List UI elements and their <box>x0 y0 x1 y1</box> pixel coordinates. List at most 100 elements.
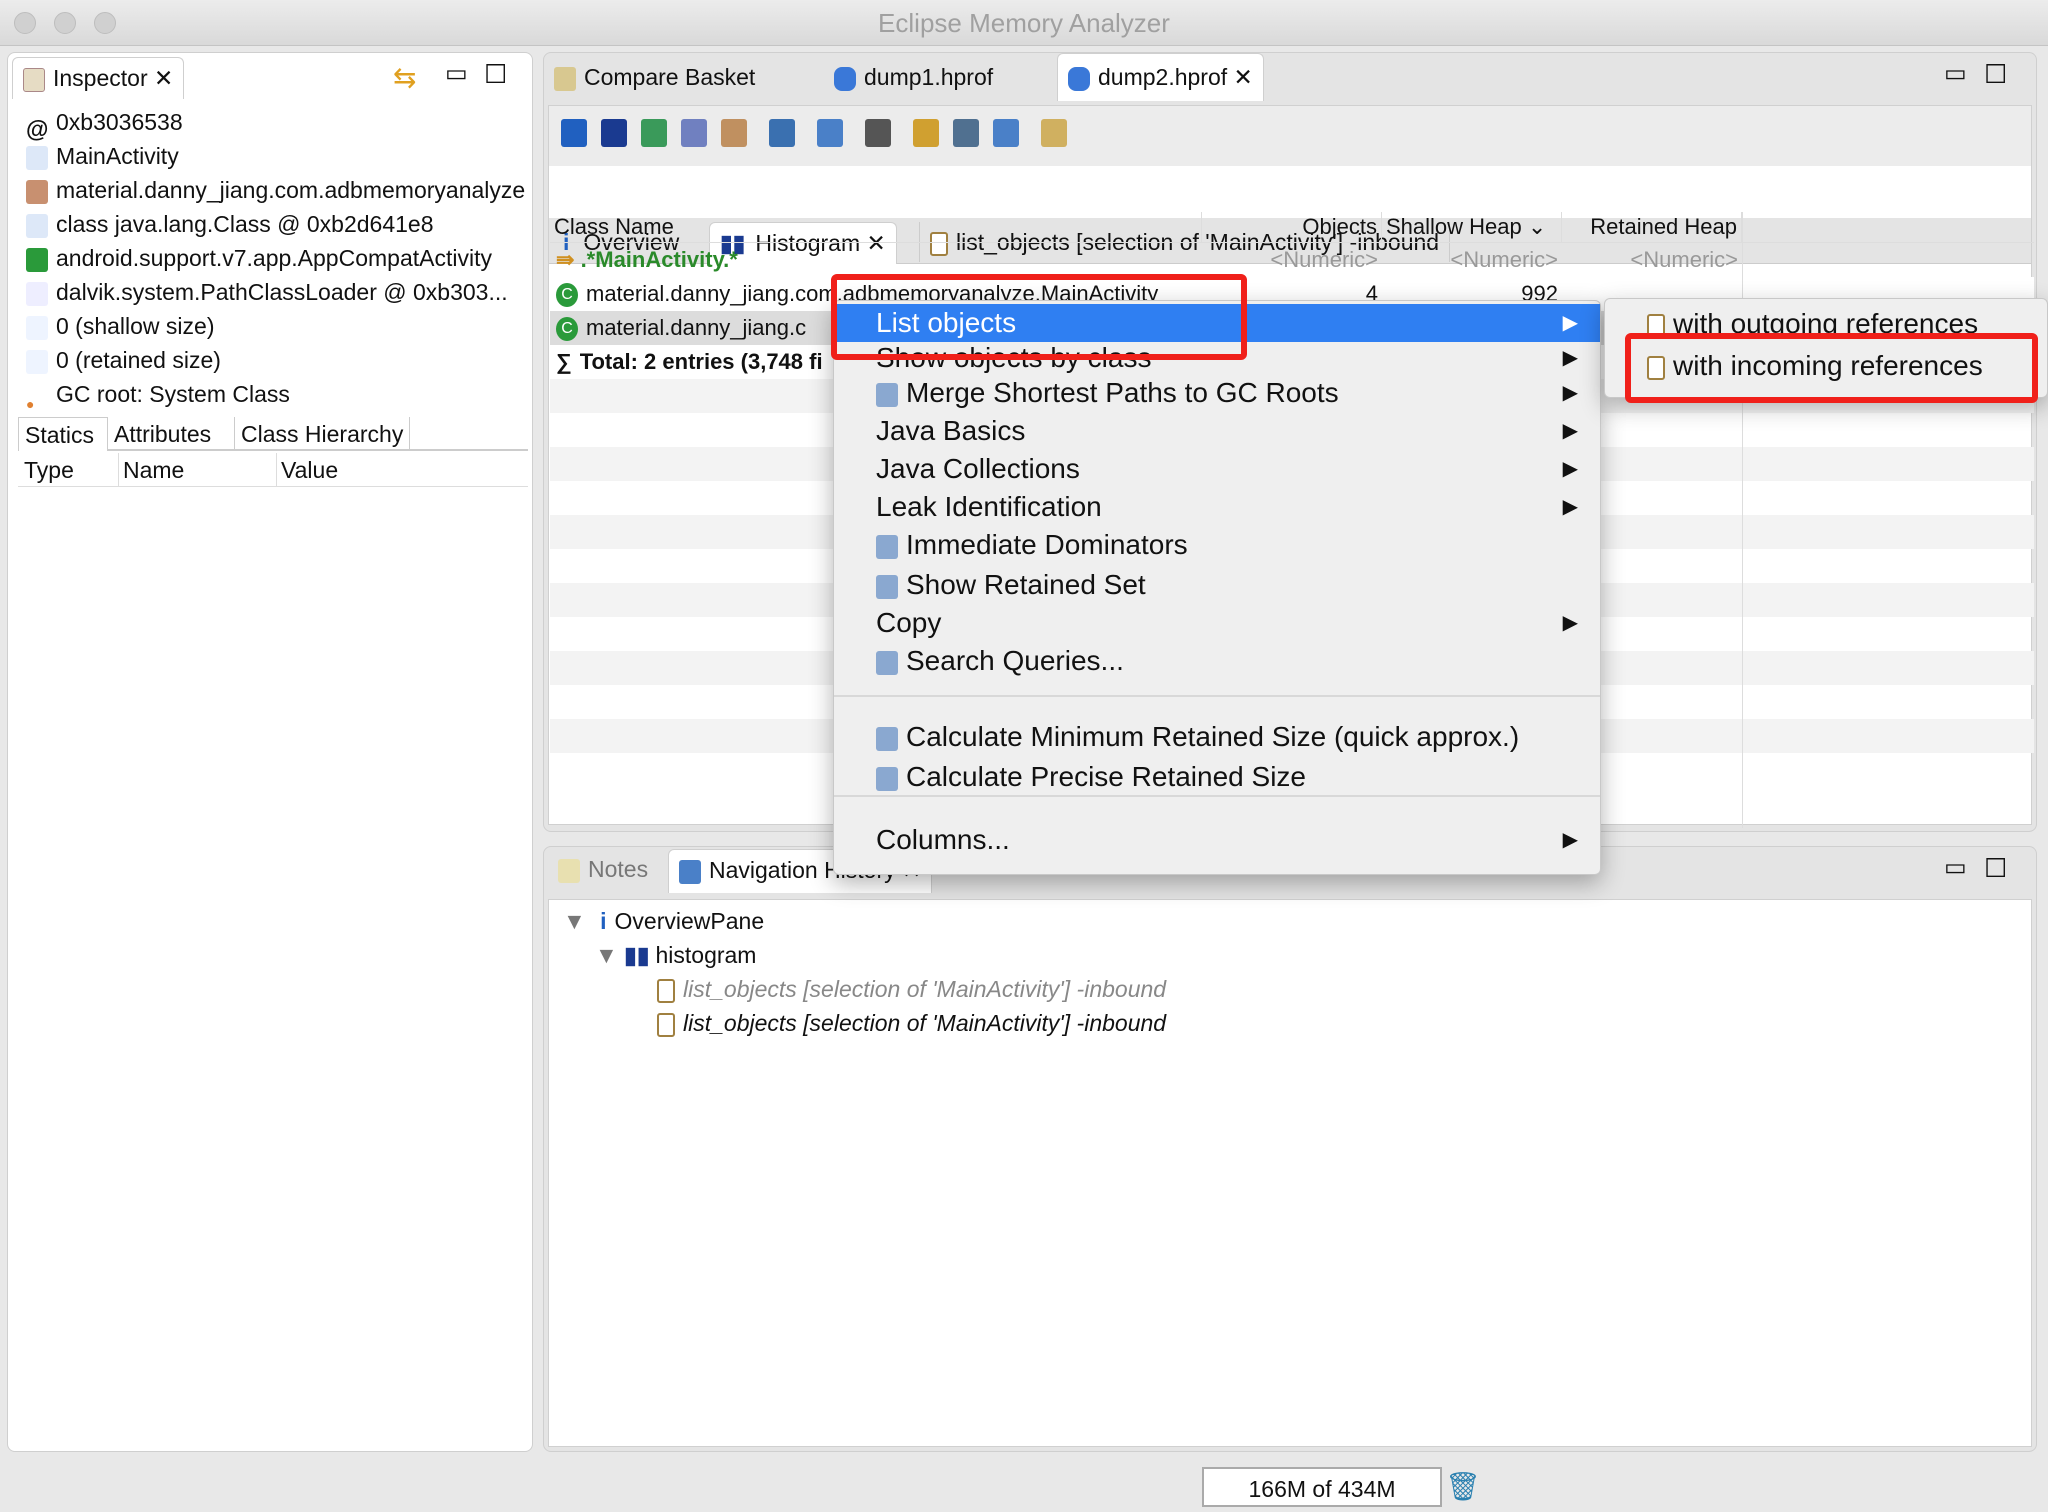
tree-item-histogram[interactable]: ▼ ▮▮ histogram <box>595 938 756 972</box>
column-retained-heap[interactable]: Retained Heap <box>1562 212 1742 242</box>
item-label: android.support.v7.app.AppCompatActivity <box>56 245 492 271</box>
history-tree: ▼ i OverviewPane ▼ ▮▮ histogram list_objec… <box>548 899 2032 1447</box>
menu-separator <box>834 695 1600 697</box>
tab-dump2[interactable]: dump2.hprof ✕ <box>1057 53 1264 101</box>
inspector-item[interactable]: @0xb3036538 <box>26 105 183 142</box>
close-icon[interactable]: ✕ <box>1234 64 1253 90</box>
link-icon[interactable]: ⇆ <box>393 61 416 94</box>
column-shallow-heap[interactable]: Shallow Heap ⌄ <box>1382 212 1562 242</box>
expand-icon[interactable]: ▼ <box>595 942 618 968</box>
filter-shallow[interactable]: <Numeric> <box>1382 243 1558 277</box>
tree-item-list-objects[interactable]: list_objects [selection of 'MainActivity… <box>657 972 1166 1006</box>
class-icon <box>26 213 48 238</box>
maximize-icon[interactable]: ☐ <box>1984 59 2007 90</box>
close-icon[interactable]: ✕ <box>154 65 173 91</box>
inspector-item[interactable]: android.support.v7.app.AppCompatActivity <box>26 241 492 275</box>
class-icon: C <box>556 317 578 342</box>
menu-item-columns[interactable]: Columns... ▶ <box>834 821 1600 859</box>
filter-class-name[interactable]: ⇛ .*MainActivity.* <box>556 243 738 277</box>
dominator-tree-icon[interactable] <box>641 118 667 147</box>
minimize-icon[interactable]: ▭ <box>1944 59 1967 88</box>
group-icon[interactable] <box>913 118 939 147</box>
superclass-icon <box>26 247 48 272</box>
column-name[interactable]: Name <box>118 453 184 487</box>
oql-icon[interactable] <box>681 118 707 147</box>
tab-inspector[interactable]: Inspector ✕ <box>12 57 185 99</box>
menu-item-java-basics[interactable]: Java Basics ▶ <box>834 412 1600 450</box>
item-label: material.danny_jiang.com.adbmemoryanalyz… <box>56 177 526 203</box>
inspector-item[interactable]: 0 (retained size) <box>26 343 221 377</box>
total-row: ∑ Total: 2 entries (3,748 fi <box>556 345 823 379</box>
inspector-item[interactable]: MainActivity <box>26 139 179 173</box>
column-type[interactable]: Type <box>24 453 74 487</box>
menu-item-merge-shortest-paths-to-gc-roots[interactable]: Merge Shortest Paths to GC Roots ▶ <box>834 374 1600 412</box>
export-icon[interactable] <box>993 118 1019 147</box>
tab-compare-basket[interactable]: Compare Basket <box>544 57 765 97</box>
subtab-class-hierarchy[interactable]: Class Hierarchy <box>234 417 411 451</box>
menu-item-immediate-dominators[interactable]: Immediate Dominators <box>834 526 1600 564</box>
menu-item-java-collections[interactable]: Java Collections ▶ <box>834 450 1600 488</box>
menu-item-calculate-precise-retained-size[interactable]: Calculate Precise Retained Size <box>834 758 1600 796</box>
column-value[interactable]: Value <box>276 453 338 487</box>
menu-label: Calculate Precise Retained Size <box>906 761 1306 792</box>
histogram-icon[interactable] <box>601 118 627 147</box>
menu-item-leak-identification[interactable]: Leak Identification ▶ <box>834 488 1600 526</box>
compare-basket-icon <box>554 66 576 91</box>
inspector-icon <box>23 67 45 92</box>
class-name-cell[interactable]: Cmaterial.danny_jiang.c <box>556 311 806 345</box>
maximize-icon[interactable]: ☐ <box>1984 853 2007 884</box>
tree-item-list-objects[interactable]: list_objects [selection of 'MainActivity… <box>657 1006 1166 1040</box>
calculator-icon[interactable] <box>953 118 979 147</box>
window-title: Eclipse Memory Analyzer <box>878 8 1170 38</box>
item-label: GC root: System Class <box>56 381 290 407</box>
menu-label: Java Collections <box>876 453 1080 484</box>
inspector-item[interactable]: class java.lang.Class @ 0xb2d641e8 <box>26 207 434 241</box>
info-icon[interactable] <box>561 118 587 147</box>
minimize-window-button[interactable] <box>54 12 76 34</box>
column-objects[interactable]: Objects <box>1202 212 1382 242</box>
subtab-statics[interactable]: Statics <box>18 417 108 451</box>
tab-dump1[interactable]: dump1.hprof <box>824 57 1003 97</box>
maximize-icon[interactable]: ☐ <box>484 59 507 90</box>
item-label: 0xb3036538 <box>56 109 183 135</box>
minimize-icon[interactable]: ▭ <box>1944 853 1967 882</box>
tab-label: dump1.hprof <box>864 64 994 90</box>
inspector-subtabs: Statics Attributes Class Hierarchy <box>18 417 528 451</box>
inspector-item[interactable]: ● GC root: System Class <box>26 377 290 412</box>
tree-label: list_objects [selection of 'MainActivity… <box>683 1010 1167 1036</box>
inspector-panel: Inspector ✕ ⇆ ▭ ☐ @0xb3036538 MainActivit… <box>7 52 533 1452</box>
close-window-button[interactable] <box>14 12 36 34</box>
inspector-item[interactable]: 0 (shallow size) <box>26 309 215 343</box>
inspector-item[interactable]: material.danny_jiang.com.adbmemoryanalyz… <box>26 173 525 207</box>
calculator-icon <box>876 726 898 751</box>
dominators-icon <box>876 534 898 559</box>
search-queries-icon <box>876 650 898 675</box>
expand-icon[interactable]: ▼ <box>563 908 586 934</box>
minimize-icon[interactable]: ▭ <box>445 59 468 88</box>
search-icon[interactable] <box>865 118 891 147</box>
zoom-window-button[interactable] <box>94 12 116 34</box>
run-report-icon[interactable] <box>769 118 795 147</box>
menu-item-show-retained-set[interactable]: Show Retained Set <box>834 566 1600 604</box>
tree-item-overview[interactable]: ▼ i OverviewPane <box>563 904 764 938</box>
address-icon: @ <box>26 111 48 142</box>
menu-label: Show Retained Set <box>906 569 1146 600</box>
cell-text: Total: 2 entries (3,748 fi <box>579 349 823 374</box>
inspector-item[interactable]: dalvik.system.PathClassLoader @ 0xb303..… <box>26 275 508 309</box>
submenu-arrow-icon: ▶ <box>1562 382 1578 404</box>
sort-descending-icon: ⌄ <box>1527 214 1547 239</box>
filter-retained[interactable]: <Numeric> <box>1562 243 1738 277</box>
compare-icon[interactable] <box>1041 118 1067 147</box>
column-class-name[interactable]: Class Name <box>554 212 1202 242</box>
subtab-attributes[interactable]: Attributes <box>114 417 211 451</box>
tab-notes[interactable]: Notes <box>548 849 658 889</box>
menu-item-calculate-minimum-retained-size-quick-approx[interactable]: Calculate Minimum Retained Size (quick a… <box>834 718 1600 756</box>
menu-item-copy[interactable]: Copy ▶ <box>834 604 1600 642</box>
gear-icon[interactable] <box>721 118 747 147</box>
trash-icon[interactable]: 🗑 <box>1445 1467 1481 1507</box>
query-browser-icon[interactable] <box>817 118 843 147</box>
title-bar: Eclipse Memory Analyzer <box>0 0 2048 46</box>
submenu-arrow-icon: ▶ <box>1562 312 1578 334</box>
filter-objects[interactable]: <Numeric> <box>1202 243 1378 277</box>
menu-item-search-queries[interactable]: Search Queries... <box>834 642 1600 680</box>
